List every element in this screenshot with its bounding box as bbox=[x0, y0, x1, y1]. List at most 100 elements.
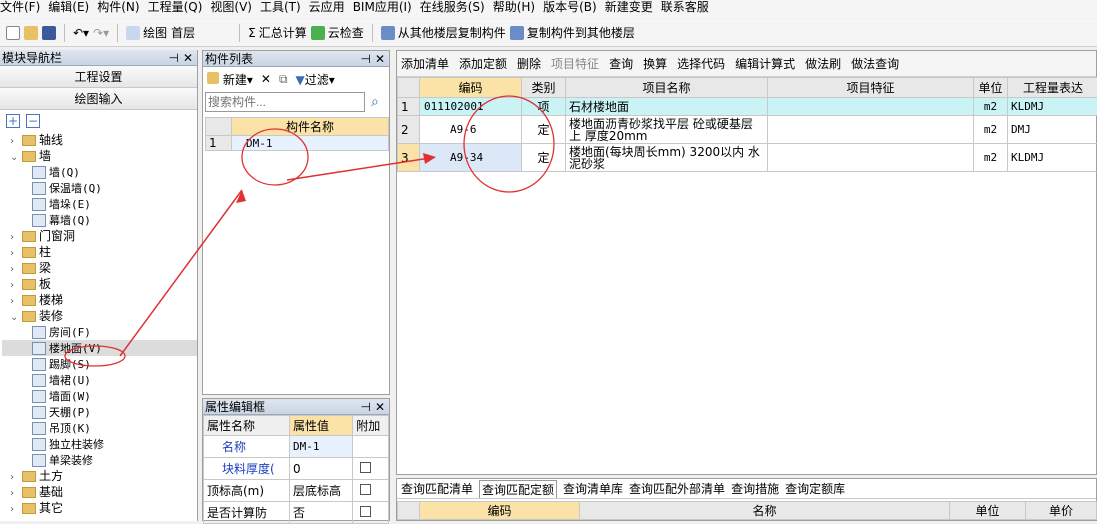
expand-all-icon[interactable]: + bbox=[6, 114, 20, 128]
tree-folder[interactable]: ⌄墙 bbox=[2, 148, 197, 164]
menu-item[interactable]: 文件(F) bbox=[0, 1, 40, 13]
close-icon[interactable]: ✕ bbox=[183, 50, 193, 66]
property-value[interactable]: 0 bbox=[289, 458, 352, 480]
tree-item[interactable]: 房间(F) bbox=[2, 324, 197, 340]
search-input[interactable] bbox=[205, 92, 365, 112]
query-tab[interactable]: 查询匹配外部清单 bbox=[629, 480, 725, 497]
query-tab[interactable]: 查询清单库 bbox=[563, 480, 623, 497]
quota-toolbar-button[interactable]: 添加定额 bbox=[459, 55, 507, 72]
chevron-right-icon[interactable]: › bbox=[10, 502, 22, 518]
tree-item[interactable]: 楼地面(V) bbox=[2, 340, 197, 356]
search-icon[interactable]: ⌕ bbox=[371, 94, 379, 110]
tree-item[interactable]: 天棚(P) bbox=[2, 404, 197, 420]
draw-button[interactable]: 绘图 bbox=[126, 24, 167, 41]
checkbox[interactable] bbox=[360, 506, 371, 517]
tree-item[interactable]: 墙垛(E) bbox=[2, 196, 197, 212]
tree-item[interactable]: 幕墙(Q) bbox=[2, 212, 197, 228]
tree-folder[interactable]: ›土方 bbox=[2, 468, 197, 484]
undo-button[interactable]: ↶▾ bbox=[73, 26, 89, 40]
new-file-button[interactable] bbox=[6, 26, 20, 40]
sum-calc-button[interactable]: Σ汇总计算 bbox=[248, 24, 307, 41]
close-icon[interactable]: ✕ bbox=[375, 51, 385, 67]
quota-toolbar-button[interactable]: 选择代码 bbox=[677, 55, 725, 72]
menu-item[interactable]: BIM应用(I) bbox=[353, 1, 412, 13]
tree-folder[interactable]: ›梁 bbox=[2, 260, 197, 276]
property-row[interactable]: 是否计算防否 bbox=[204, 502, 389, 524]
query-tab[interactable]: 查询定额库 bbox=[785, 480, 845, 497]
quota-toolbar-button[interactable]: 删除 bbox=[517, 55, 541, 72]
pin-icon[interactable]: ⊣ bbox=[361, 399, 371, 415]
quota-toolbar-button[interactable]: 添加清单 bbox=[401, 55, 449, 72]
property-value[interactable]: 层底标高 bbox=[289, 480, 352, 502]
quota-toolbar-button[interactable]: 查询 bbox=[609, 55, 633, 72]
tree-item[interactable]: 墙(Q) bbox=[2, 164, 197, 180]
tree-folder[interactable]: ⌄装修 bbox=[2, 308, 197, 324]
menu-item[interactable]: 在线服务(S) bbox=[420, 1, 485, 13]
quota-toolbar-button[interactable]: 做法查询 bbox=[851, 55, 899, 72]
tree-folder[interactable]: ›板 bbox=[2, 276, 197, 292]
close-icon[interactable]: ✕ bbox=[375, 399, 385, 415]
menu-item[interactable]: 编辑(E) bbox=[48, 1, 89, 13]
property-row[interactable]: 名称DM-1 bbox=[204, 436, 389, 458]
menu-item[interactable]: 云应用 bbox=[309, 1, 345, 13]
tree-folder[interactable]: ›柱 bbox=[2, 244, 197, 260]
menu-item[interactable]: 帮助(H) bbox=[493, 1, 535, 13]
tree-item[interactable]: 保温墙(Q) bbox=[2, 180, 197, 196]
tree-folder[interactable]: ›门窗洞 bbox=[2, 228, 197, 244]
cloud-check-button[interactable]: 云检查 bbox=[311, 24, 364, 41]
tree-item[interactable]: 踢脚(S) bbox=[2, 356, 197, 372]
tree-item[interactable]: 单梁装修 bbox=[2, 452, 197, 468]
floor-select[interactable]: 首层 bbox=[171, 24, 231, 41]
checkbox[interactable] bbox=[360, 462, 371, 473]
property-value[interactable]: 否 bbox=[289, 502, 352, 524]
quota-toolbar-button[interactable]: 项目特征 bbox=[551, 55, 599, 72]
menu-item[interactable]: 工程量(Q) bbox=[148, 1, 203, 13]
draw-input-button[interactable]: 绘图输入 bbox=[0, 88, 197, 110]
component-name[interactable]: DM-1 bbox=[232, 136, 389, 151]
save-button[interactable] bbox=[42, 26, 56, 40]
pin-icon[interactable]: ⊣ bbox=[361, 51, 371, 67]
redo-button[interactable]: ↷▾ bbox=[93, 26, 109, 40]
property-row[interactable]: 块料厚度(0 bbox=[204, 458, 389, 480]
tree-folder[interactable]: ›基础 bbox=[2, 484, 197, 500]
table-row[interactable]: 1011102001项石材楼地面m2KLDMJ bbox=[398, 98, 1097, 116]
checkbox[interactable] bbox=[360, 484, 371, 495]
menu-item[interactable]: 构件(N) bbox=[97, 1, 139, 13]
component-icon bbox=[32, 454, 46, 467]
tree-item[interactable]: 吊顶(K) bbox=[2, 420, 197, 436]
pin-icon[interactable]: ⊣ bbox=[169, 50, 179, 66]
menu-item[interactable]: 工具(T) bbox=[260, 1, 301, 13]
tree-folder[interactable]: ›其它 bbox=[2, 500, 197, 516]
property-value[interactable]: DM-1 bbox=[289, 436, 352, 458]
copy-icon[interactable]: ⧉ bbox=[279, 72, 288, 87]
quota-toolbar-button[interactable]: 换算 bbox=[643, 55, 667, 72]
chevron-down-icon[interactable]: ⌄ bbox=[10, 150, 22, 166]
quota-toolbar-button[interactable]: 做法刷 bbox=[805, 55, 841, 72]
table-row[interactable]: 3A9-34定楼地面(每块周长mm) 3200以内 水泥砂浆m2KLDMJ bbox=[398, 144, 1097, 172]
open-file-button[interactable] bbox=[24, 26, 38, 40]
menu-item[interactable]: 视图(V) bbox=[210, 1, 252, 13]
chevron-down-icon[interactable]: ⌄ bbox=[10, 310, 22, 326]
query-tab[interactable]: 查询措施 bbox=[731, 480, 779, 497]
menu-item[interactable]: 新建变更 bbox=[605, 1, 653, 13]
tree-item[interactable]: 墙裙(U) bbox=[2, 372, 197, 388]
delete-icon[interactable]: ✕ bbox=[261, 72, 271, 86]
query-tab[interactable]: 查询匹配定额 bbox=[479, 480, 557, 498]
project-settings-button[interactable]: 工程设置 bbox=[0, 66, 197, 88]
tree-folder[interactable]: ›楼梯 bbox=[2, 292, 197, 308]
copy-from-floor-button[interactable]: 从其他楼层复制构件 bbox=[381, 24, 506, 41]
property-row[interactable]: 顶标高(m)层底标高 bbox=[204, 480, 389, 502]
copy-to-floor-button[interactable]: 复制构件到其他楼层 bbox=[510, 24, 635, 41]
quota-toolbar-button[interactable]: 编辑计算式 bbox=[735, 55, 795, 72]
tree-item[interactable]: 独立柱装修 bbox=[2, 436, 197, 452]
table-row[interactable]: 1 DM-1 bbox=[206, 136, 389, 151]
tree-folder[interactable]: ›轴线 bbox=[2, 132, 197, 148]
menu-item[interactable]: 联系客服 bbox=[661, 1, 709, 13]
new-component-button[interactable]: 新建▾ bbox=[207, 71, 253, 88]
collapse-all-icon[interactable]: − bbox=[26, 114, 40, 128]
table-row[interactable]: 2A9-6定楼地面沥青砂浆找平层 砼或硬基层上 厚度20mmm2DMJ bbox=[398, 116, 1097, 144]
tree-item[interactable]: 墙面(W) bbox=[2, 388, 197, 404]
query-tab[interactable]: 查询匹配清单 bbox=[401, 480, 473, 497]
filter-button[interactable]: ▼过滤▾ bbox=[296, 71, 335, 88]
menu-item[interactable]: 版本号(B) bbox=[543, 1, 597, 13]
